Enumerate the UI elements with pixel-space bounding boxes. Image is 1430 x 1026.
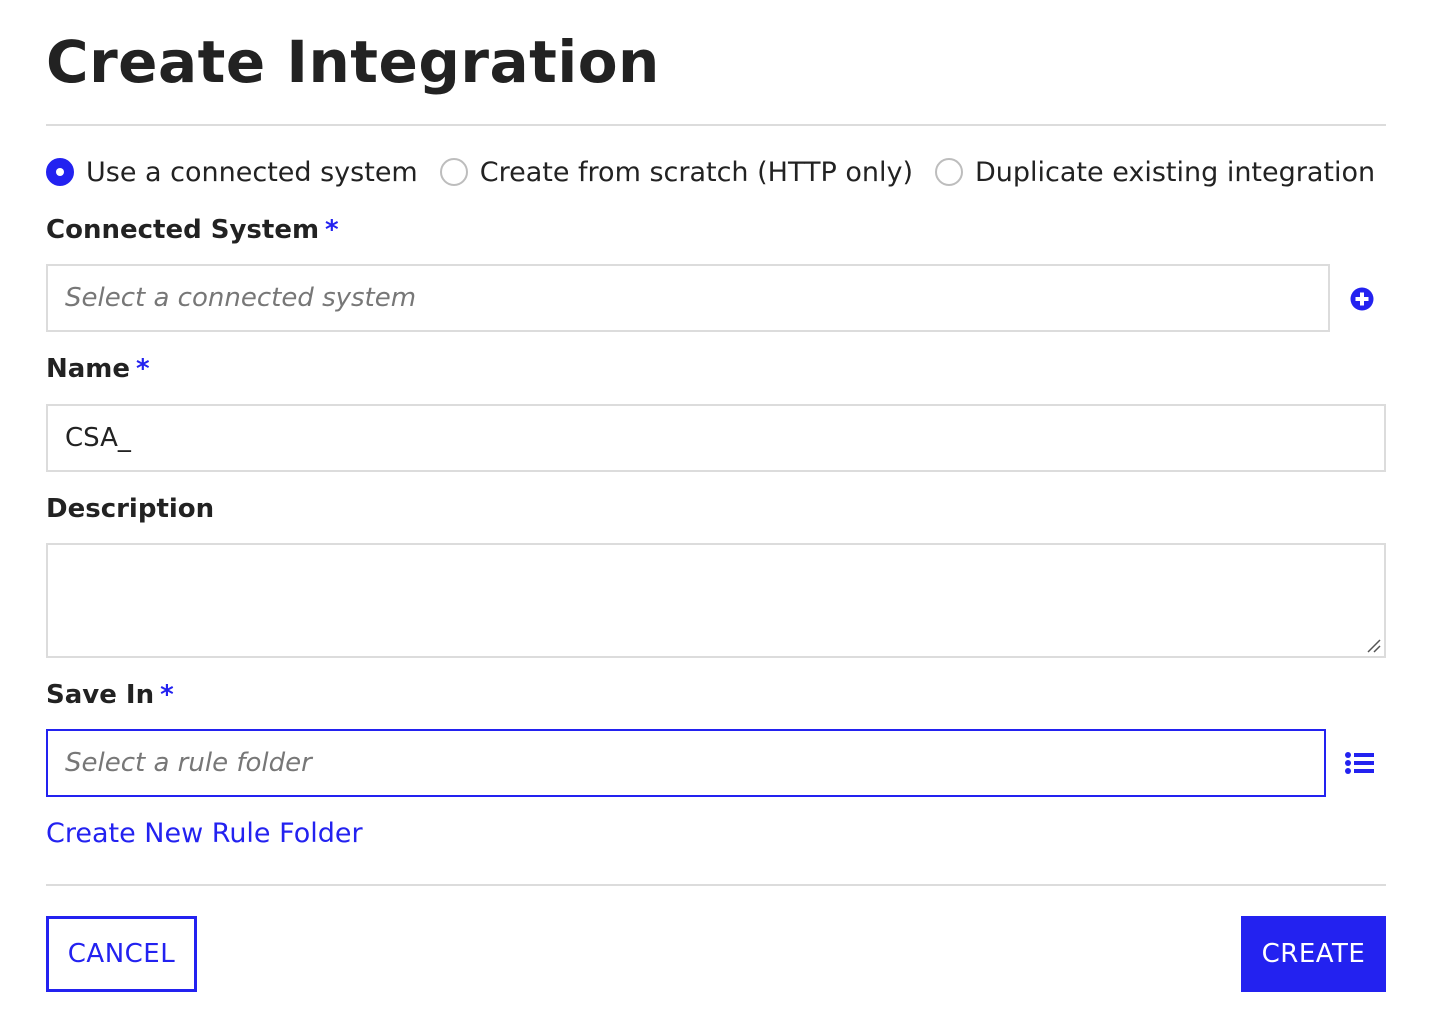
radio-label: Use a connected system (86, 156, 418, 188)
name-label: Name * (46, 354, 150, 384)
browse-folders-button[interactable] (1345, 752, 1375, 778)
label-text: Connected System (46, 215, 320, 245)
label-text: Save In (46, 680, 155, 710)
connected-system-select[interactable]: Select a connected system (46, 264, 1330, 332)
create-button[interactable]: CREATE (1241, 916, 1386, 992)
list-icon (1345, 752, 1374, 774)
description-textarea[interactable] (46, 543, 1386, 658)
required-asterisk: * (160, 680, 174, 710)
label-text: Description (46, 494, 215, 524)
plus-circle-icon (1350, 287, 1374, 311)
radio-create-from-scratch[interactable]: Create from scratch (HTTP only) (439, 156, 913, 188)
name-input[interactable]: CSA_ (46, 404, 1386, 472)
resize-grip-icon[interactable] (1366, 638, 1382, 654)
add-connected-system-button[interactable] (1350, 287, 1374, 315)
save-in-folder-select[interactable]: Select a rule folder (46, 729, 1326, 797)
required-asterisk: * (325, 215, 339, 245)
connected-system-label: Connected System * (46, 215, 339, 245)
divider-bottom (46, 884, 1386, 886)
radio-use-connected-system[interactable]: Use a connected system (46, 157, 418, 188)
create-new-rule-folder-link[interactable]: Create New Rule Folder (46, 818, 363, 849)
radio-duplicate-existing[interactable]: Duplicate existing integration (935, 157, 1375, 188)
cancel-button[interactable]: CANCEL (46, 916, 197, 992)
radio-label: Duplicate existing integration (975, 156, 1376, 188)
required-asterisk: * (136, 354, 150, 384)
label-text: Name (46, 354, 131, 384)
radio-selected-icon (46, 158, 74, 186)
divider-top (46, 124, 1386, 126)
radio-unselected-icon (439, 158, 468, 186)
description-label: Description (46, 494, 214, 524)
radio-unselected-icon (935, 158, 963, 186)
page-title: Create Integration (46, 28, 660, 96)
radio-label: Create from scratch (HTTP only) (479, 156, 913, 188)
save-in-label: Save In * (46, 680, 174, 710)
integration-mode-radio-group: Use a connected system Create from scrat… (46, 153, 1397, 191)
